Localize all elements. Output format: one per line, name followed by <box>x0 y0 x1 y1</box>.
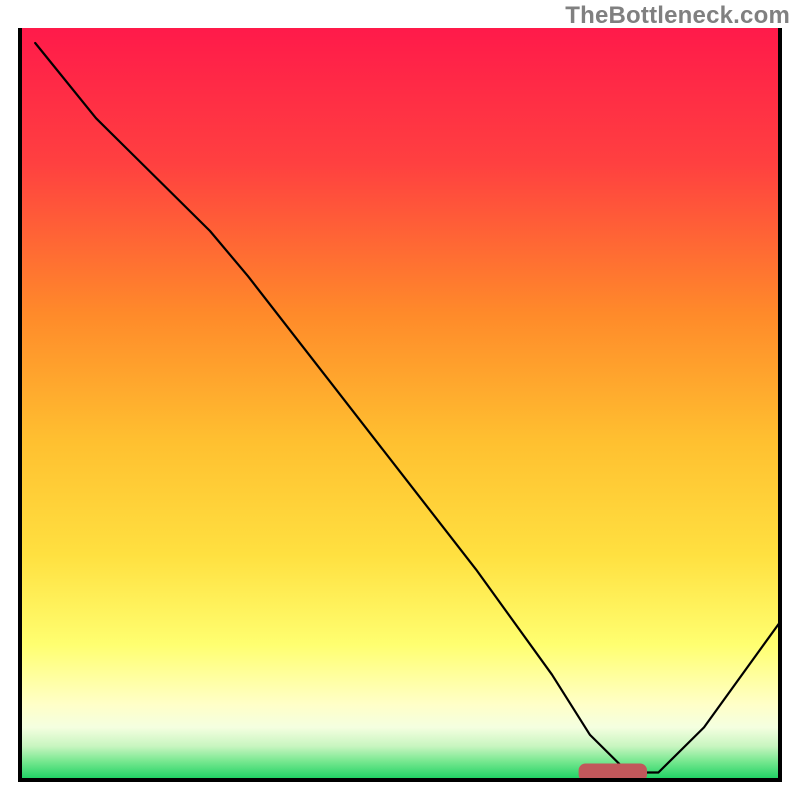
bottleneck-chart: TheBottleneck.com <box>0 0 800 800</box>
plot-background <box>20 28 780 780</box>
watermark-label: TheBottleneck.com <box>565 2 790 30</box>
chart-svg <box>0 0 800 800</box>
